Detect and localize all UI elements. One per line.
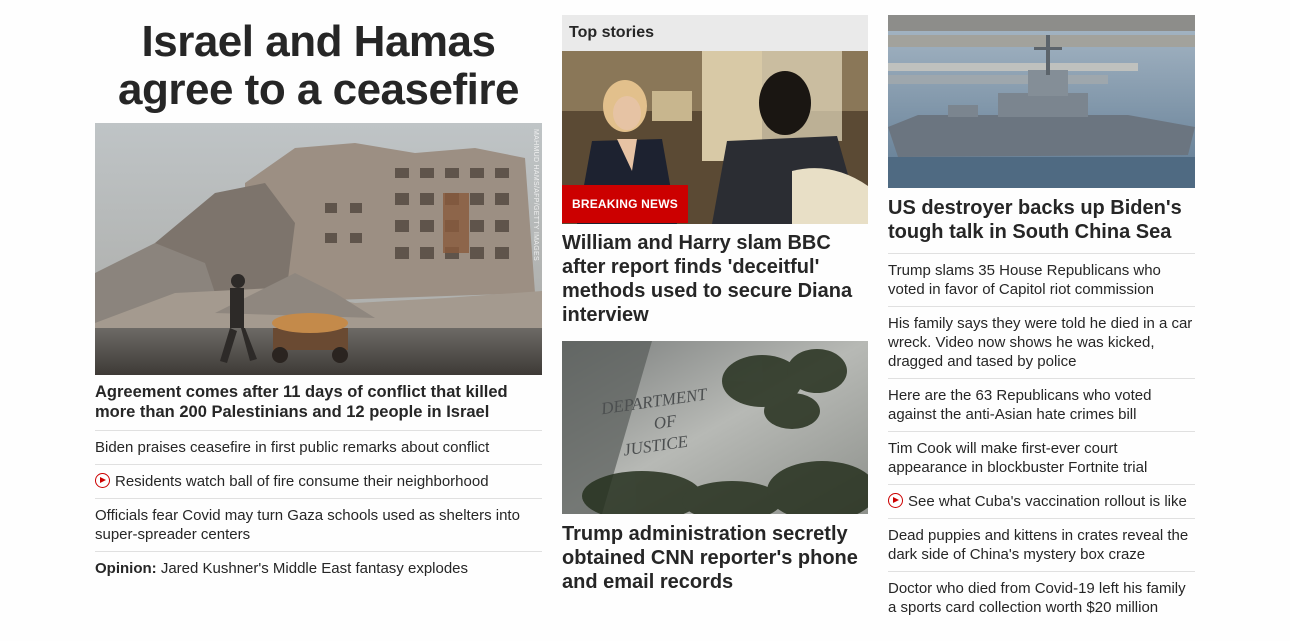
play-icon (888, 493, 903, 508)
photo-credit: MAHMUD HAMS/AFP/GETTY IMAGES (532, 129, 539, 261)
list-item[interactable]: Residents watch ball of fire consume the… (95, 465, 542, 499)
list-item[interactable]: Doctor who died from Covid-19 left his f… (888, 572, 1195, 624)
opinion-label: Opinion: (95, 560, 157, 577)
lead-link[interactable]: Agreement comes after 11 days of conflic… (95, 382, 542, 431)
section-label: Top stories (562, 15, 868, 51)
main-headline[interactable]: Israel and Hamas agree to a ceasefire (95, 18, 542, 114)
list-item-text: Residents watch ball of fire consume the… (115, 473, 489, 490)
opinion-item[interactable]: Opinion: Jared Kushner's Middle East fan… (95, 552, 542, 585)
list-item[interactable]: Officials fear Covid may turn Gaza schoo… (95, 499, 542, 552)
breaking-news-badge: BREAKING NEWS (562, 185, 688, 223)
list-item-text: Biden praises ceasefire in first public … (95, 439, 490, 456)
main-story: Israel and Hamas agree to a ceasefire MA… (95, 15, 542, 585)
list-item-text: Doctor who died from Covid-19 left his f… (888, 580, 1186, 616)
list-item[interactable]: His family says they were told he died i… (888, 307, 1195, 379)
list-item-text: Here are the 63 Republicans who voted ag… (888, 387, 1152, 423)
right-stories: US destroyer backs up Biden's tough talk… (888, 15, 1195, 624)
list-item[interactable]: Here are the 63 Republicans who voted ag… (888, 379, 1195, 432)
list-item[interactable]: See what Cuba's vaccination rollout is l… (888, 485, 1195, 519)
list-item[interactable]: Biden praises ceasefire in first public … (95, 431, 542, 465)
list-item[interactable]: Dead puppies and kittens in crates revea… (888, 519, 1195, 572)
svg-text:OF: OF (652, 411, 678, 433)
diana-interview-image[interactable]: BREAKING NEWS (562, 51, 868, 224)
top-stories: Top stories BREAKING NEWS William and Ha… (562, 15, 868, 594)
destroyer-image[interactable] (888, 15, 1195, 188)
list-item-text: Trump slams 35 House Republicans who vot… (888, 262, 1161, 298)
list-item-text: Tim Cook will make first-ever court appe… (888, 440, 1148, 476)
gaza-hero-image[interactable]: MAHMUD HAMS/AFP/GETTY IMAGES (95, 123, 542, 375)
right-story-title[interactable]: US destroyer backs up Biden's tough talk… (888, 196, 1195, 254)
list-item-text: His family says they were told he died i… (888, 315, 1193, 370)
list-item[interactable]: Trump slams 35 House Republicans who vot… (888, 254, 1195, 307)
play-icon (95, 473, 110, 488)
opinion-text: Jared Kushner's Middle East fantasy expl… (156, 560, 469, 577)
list-item[interactable]: Tim Cook will make first-ever court appe… (888, 432, 1195, 485)
list-item-text: Officials fear Covid may turn Gaza schoo… (95, 507, 520, 543)
story-title-diana[interactable]: William and Harry slam BBC after report … (562, 231, 868, 327)
list-item-text: Dead puppies and kittens in crates revea… (888, 527, 1189, 563)
list-item-text: See what Cuba's vaccination rollout is l… (908, 493, 1187, 510)
doj-image[interactable]: DEPARTMENT OF JUSTICE (562, 341, 868, 514)
story-title-cnn-records[interactable]: Trump administration secretly obtained C… (562, 522, 868, 594)
